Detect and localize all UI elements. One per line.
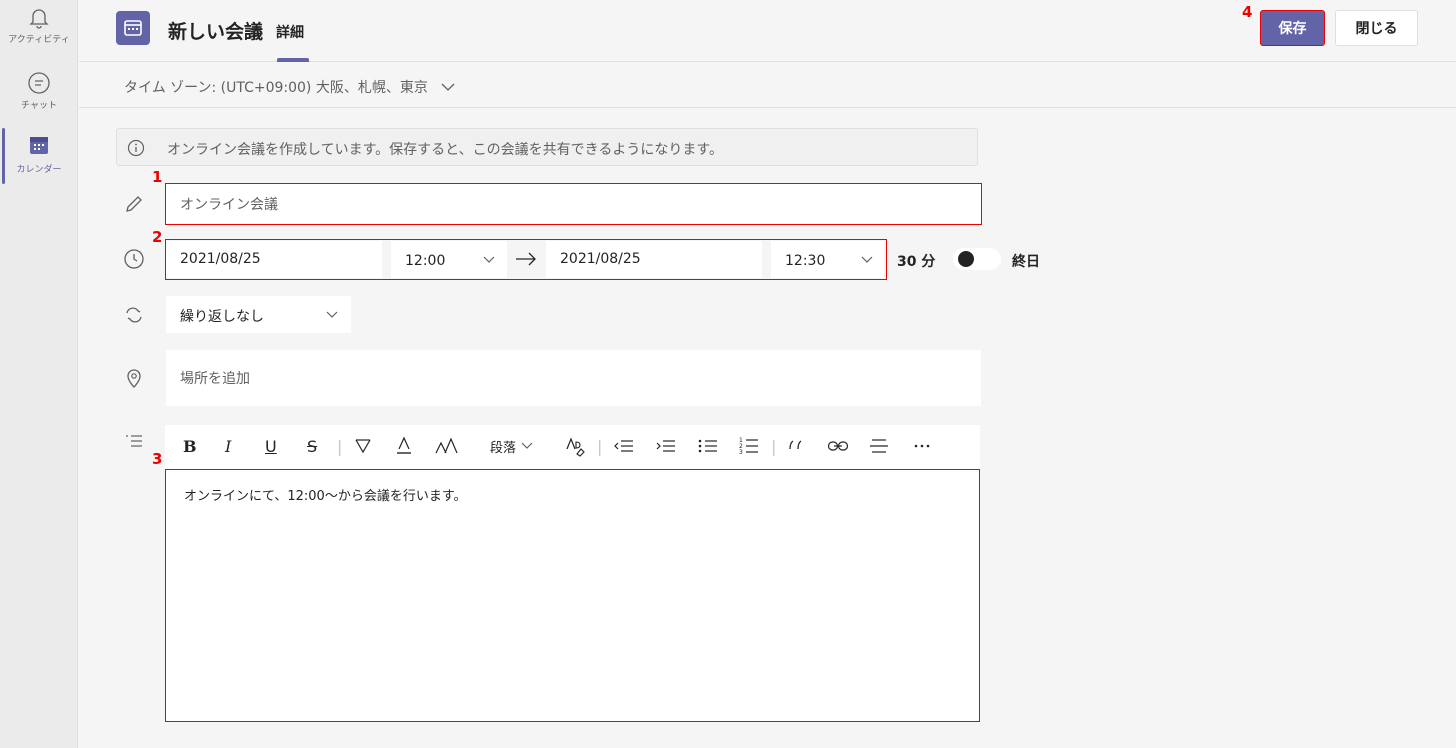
info-banner: オンライン会議を作成しています。保存すると、この会議を共有できるようになります。 xyxy=(116,128,978,166)
strikethrough-button[interactable]: S xyxy=(307,435,317,457)
chevron-down-icon xyxy=(441,83,455,91)
calendar-icon xyxy=(30,137,48,154)
decrease-indent-icon xyxy=(614,440,633,452)
toolbar-divider: | xyxy=(597,436,603,456)
tab-details[interactable]: 詳細 xyxy=(276,22,304,42)
highlight-icon xyxy=(355,439,371,454)
rail-label: アクティビティ xyxy=(8,35,70,45)
chevron-down-icon xyxy=(521,442,533,449)
annotation-number: 2 xyxy=(152,228,163,246)
pencil-icon xyxy=(126,196,142,212)
chat-icon xyxy=(28,72,50,94)
repeat-select[interactable]: 繰り返しなし xyxy=(166,296,351,333)
app-rail: アクティビティ チャット カレンダー xyxy=(0,0,78,748)
increase-indent-button[interactable] xyxy=(655,435,677,457)
font-size-button[interactable] xyxy=(435,435,459,457)
bell-icon xyxy=(29,9,49,29)
info-icon xyxy=(127,139,145,157)
bulleted-list-icon xyxy=(698,439,717,453)
location-input[interactable]: 場所を追加 xyxy=(166,350,981,406)
highlight-button[interactable] xyxy=(353,435,373,457)
page-title: 新しい会議 xyxy=(168,21,264,43)
clock-icon xyxy=(124,249,144,269)
rail-item-chat[interactable]: チャット xyxy=(0,70,78,130)
meeting-header: 新しい会議 詳細 4 保存 閉じる xyxy=(79,0,1456,62)
link-button[interactable] xyxy=(827,435,849,457)
rail-item-activity[interactable]: アクティビティ xyxy=(0,6,78,66)
font-size-icon xyxy=(435,437,458,454)
rail-label: カレンダー xyxy=(16,165,62,175)
decrease-indent-button[interactable] xyxy=(613,435,635,457)
numbered-list-button[interactable]: 123 xyxy=(738,435,760,457)
underline-button[interactable]: U xyxy=(265,435,277,457)
more-icon xyxy=(914,444,930,448)
more-options-button[interactable] xyxy=(913,435,931,457)
numbered-list-icon: 123 xyxy=(739,437,758,456)
bulleted-list-button[interactable] xyxy=(697,435,719,457)
all-day-label: 終日 xyxy=(1012,254,1040,270)
save-button[interactable]: 保存 xyxy=(1260,10,1325,46)
rail-label: チャット xyxy=(21,101,57,111)
italic-button[interactable]: I xyxy=(225,435,231,457)
repeat-icon xyxy=(126,307,142,323)
svg-text:3: 3 xyxy=(739,449,743,456)
toolbar-divider: | xyxy=(771,436,777,456)
annotation-number: 1 xyxy=(152,168,163,186)
datetime-highlight xyxy=(165,239,887,280)
formatting-toolbar: B I U S | 段落 | 123 | xyxy=(165,425,980,469)
details-list-icon xyxy=(126,435,142,447)
link-icon xyxy=(827,441,849,451)
quote-icon xyxy=(789,440,802,450)
annotation-number: 3 xyxy=(152,450,163,468)
increase-indent-icon xyxy=(656,440,675,452)
bold-button[interactable]: B xyxy=(183,435,197,457)
clear-format-button[interactable] xyxy=(565,435,587,457)
font-color-button[interactable] xyxy=(395,435,413,457)
quote-button[interactable] xyxy=(787,435,805,457)
title-input[interactable]: オンライン会議 xyxy=(165,183,982,225)
duration-text: 30 分 xyxy=(897,254,936,270)
location-placeholder: 場所を追加 xyxy=(180,371,250,387)
horizontal-line-button[interactable] xyxy=(869,435,889,457)
calendar-app-icon xyxy=(116,11,150,45)
description-text: オンラインにて、12:00～から会議を行います。 xyxy=(184,489,467,504)
info-text: オンライン会議を作成しています。保存すると、この会議を共有できるようになります。 xyxy=(167,142,723,158)
rail-item-calendar[interactable]: カレンダー xyxy=(0,128,78,188)
description-editor[interactable]: オンラインにて、12:00～から会議を行います。 xyxy=(165,469,980,722)
all-day-toggle[interactable] xyxy=(953,248,1001,270)
location-icon xyxy=(127,369,141,388)
title-value: オンライン会議 xyxy=(180,197,278,213)
paragraph-dropdown[interactable]: 段落 xyxy=(490,435,533,457)
close-button[interactable]: 閉じる xyxy=(1335,10,1418,46)
timezone-selector[interactable]: タイム ゾーン: (UTC+09:00) 大阪、札幌、東京 xyxy=(124,77,456,97)
timezone-bar: タイム ゾーン: (UTC+09:00) 大阪、札幌、東京 xyxy=(79,62,1456,108)
clear-format-icon xyxy=(566,437,585,457)
paragraph-label: 段落 xyxy=(490,440,517,456)
timezone-label: タイム ゾーン: (UTC+09:00) 大阪、札幌、東京 xyxy=(124,80,428,96)
repeat-value: 繰り返しなし xyxy=(180,309,264,325)
annotation-number: 4 xyxy=(1242,3,1253,21)
font-color-icon xyxy=(397,436,411,454)
toolbar-divider: | xyxy=(337,436,343,456)
chevron-down-icon xyxy=(326,311,338,318)
horizontal-line-icon xyxy=(870,439,888,453)
